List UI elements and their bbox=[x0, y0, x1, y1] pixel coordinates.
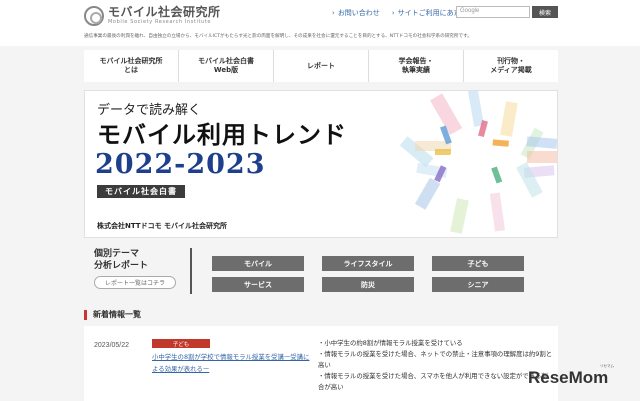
news-item: 2023/05/22 子ども 小中学生の8割が学校で情報モラル授業を受講ー受講に… bbox=[84, 326, 558, 401]
news-point: ・小中学生の約8割が情報モラル授業を受けている bbox=[318, 339, 463, 347]
hero-art-icon bbox=[399, 91, 557, 234]
themes-title: 個別テーマ 分析レポート bbox=[94, 249, 149, 271]
logo-mark-icon bbox=[84, 6, 104, 26]
theme-reports: 個別テーマ 分析レポート レポート一覧はコチラ モバイル ライフスタイル 子ども … bbox=[84, 248, 558, 294]
theme-button-senior[interactable]: シニア bbox=[432, 277, 524, 292]
hero-banner[interactable]: データで読み解く モバイル利用トレンド 2022-2023 モバイル社会白書 株… bbox=[84, 90, 558, 238]
news-link[interactable]: 小中学生の8割が学校で情報モラル授業を受講ー受講による効果が表れるー bbox=[152, 351, 312, 375]
theme-button-mobile[interactable]: モバイル bbox=[212, 256, 304, 271]
news-date: 2023/05/22 bbox=[94, 342, 130, 349]
hero-badge: モバイル社会白書 bbox=[97, 185, 185, 198]
nav-item-about[interactable]: モバイル社会研究所 とは bbox=[84, 50, 179, 82]
nav-item-report[interactable]: レポート bbox=[274, 50, 369, 82]
hero-years: 2022-2023 bbox=[95, 149, 266, 180]
themes-divider bbox=[190, 248, 192, 294]
site-header: モバイル社会研究所 Mobile Society Research Instit… bbox=[0, 0, 640, 46]
news-points: ・小中学生の約8割が情報モラル授業を受けている ・情報モラルの授業を受けた場合、… bbox=[318, 338, 554, 393]
news-heading: 新着情報一覧 bbox=[84, 310, 141, 320]
contact-link[interactable]: お問い合わせ bbox=[332, 8, 380, 18]
search-input[interactable]: Google bbox=[456, 6, 530, 18]
main-nav: モバイル社会研究所 とは モバイル社会白書 Web版 レポート 学会報告・ 執筆実績 … bbox=[84, 50, 558, 82]
intro-text: 通信事業の最後の利潤を離れ、自由独立の立場から、モバイルICTがもたらす光と影の… bbox=[84, 34, 472, 39]
logo-title: モバイル社会研究所 bbox=[108, 5, 221, 19]
news-point: ・情報モラルの授業を受けた場合、スマホを他人が利用できない設定ができる割合が高い bbox=[318, 372, 548, 391]
hero-company: 株式会社NTTドコモ モバイル社会研究所 bbox=[97, 222, 228, 230]
watermark: ReseMom bbox=[528, 368, 609, 387]
search-button[interactable]: 検索 bbox=[532, 6, 558, 18]
hero-title: モバイル利用トレンド bbox=[97, 120, 347, 149]
site-logo[interactable]: モバイル社会研究所 Mobile Society Research Instit… bbox=[84, 6, 221, 26]
nav-item-publications[interactable]: 刊行物・ メディア掲載 bbox=[464, 50, 558, 82]
news-point: ・情報モラルの授業を受けた場合、ネットでの禁止・注意事項の理解度は約9割と高い bbox=[318, 350, 553, 369]
theme-button-lifestyle[interactable]: ライフスタイル bbox=[322, 256, 414, 271]
theme-button-children[interactable]: 子ども bbox=[432, 256, 524, 271]
theme-button-service[interactable]: サービス bbox=[212, 277, 304, 292]
theme-button-disaster[interactable]: 防災 bbox=[322, 277, 414, 292]
logo-subtitle: Mobile Society Research Institute bbox=[108, 19, 212, 25]
report-list-button[interactable]: レポート一覧はコチラ bbox=[94, 276, 176, 289]
nav-item-academic[interactable]: 学会報告・ 執筆実績 bbox=[369, 50, 464, 82]
header-links: お問い合わせ サイトご利用にあたって bbox=[332, 8, 474, 18]
news-tag[interactable]: 子ども bbox=[152, 339, 210, 348]
nav-item-whitepaper[interactable]: モバイル社会白書 Web版 bbox=[179, 50, 274, 82]
